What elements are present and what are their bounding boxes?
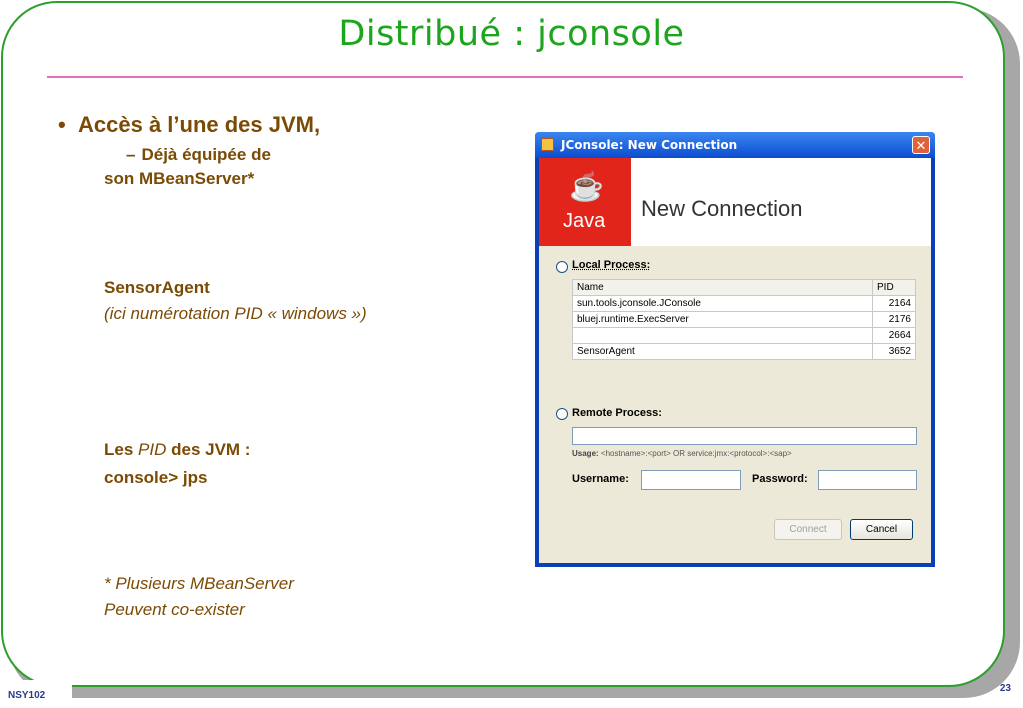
page-number: 23 [999,683,1011,694]
remote-process-radio[interactable] [556,408,568,420]
dialog-header: ☕ Java New Connection [539,158,931,246]
cancel-button[interactable]: Cancel [850,519,913,540]
usage-text: <hostname>:<port> OR service:jmx:<protoc… [600,449,792,458]
remote-process-input[interactable] [572,427,917,445]
table-row[interactable]: bluej.runtime.ExecServer 2176 [572,311,916,328]
username-label: Username: [572,473,629,485]
footnote-line-1: * Plusieurs MBeanServer [104,574,294,593]
close-icon[interactable]: ✕ [912,136,930,154]
password-label: Password: [752,473,808,485]
bullet-text: Accès à l’une des JVM, [78,112,321,137]
slide-title: Distribué : jconsole [338,14,685,54]
pid-prefix: Les [104,440,134,459]
sensor-agent-note: (ici numérotation PID « windows ») [104,304,367,323]
username-field[interactable] [641,470,741,490]
process-name: SensorAgent [572,343,873,360]
jps-command: console> jps [104,468,208,487]
local-process-label[interactable]: Local Process: [572,259,650,271]
sub-point: – Déjà équipée de [126,145,271,165]
window-title: JConsole: New Connection [561,138,738,152]
pid-suffix: des JVM : [171,440,251,459]
table-header-row: Name PID [572,279,916,296]
dialog-body: ☕ Java New Connection Local Process: Nam… [539,158,931,563]
process-pid: 2176 [872,311,916,328]
bullet-dot: • [58,112,66,137]
column-header-pid[interactable]: PID [872,279,916,296]
sensor-agent-label: SensorAgent [104,278,210,297]
usage-label: Usage: [572,449,599,458]
java-logo-text: Java [563,210,606,232]
process-table: Name PID sun.tools.jconsole.JConsole 216… [572,279,916,360]
title-divider [47,76,963,78]
footnote-line-2: Peuvent co-exister [104,600,245,619]
jconsole-window: JConsole: New Connection ✕ ☕ Java New Co… [535,132,935,567]
process-pid: 2664 [872,327,916,344]
table-row[interactable]: sun.tools.jconsole.JConsole 2164 [572,295,916,312]
sub-dash: – [126,145,136,164]
bullet-point: • Accès à l’une des JVM, [58,112,320,138]
process-name [572,327,873,344]
connect-button[interactable]: Connect [774,519,842,540]
pid-italic: PID [138,440,167,459]
process-pid: 3652 [872,343,916,360]
column-header-name[interactable]: Name [572,279,873,296]
dialog-header-title: New Connection [641,196,803,221]
usage-hint: Usage: <hostname>:<port> OR service:jmx:… [572,449,792,458]
local-process-radio[interactable] [556,261,568,273]
app-icon [541,138,554,151]
password-field[interactable] [818,470,917,490]
process-name: bluej.runtime.ExecServer [572,311,873,328]
sub-point-text: Déjà équipée de [141,145,271,164]
table-row[interactable]: SensorAgent 3652 [572,343,916,360]
java-logo: ☕ Java [539,158,631,246]
remote-process-label[interactable]: Remote Process: [572,407,662,419]
process-pid: 2164 [872,295,916,312]
window-titlebar[interactable]: JConsole: New Connection ✕ [535,132,935,158]
coffee-cup-icon: ☕ [569,171,604,202]
pid-line: Les PID des JVM : [104,440,250,460]
process-name: sun.tools.jconsole.JConsole [572,295,873,312]
table-row[interactable]: 2664 [572,327,916,344]
footer-course-code: NSY102 [8,690,46,701]
sub-point-continued: son MBeanServer* [104,169,255,188]
